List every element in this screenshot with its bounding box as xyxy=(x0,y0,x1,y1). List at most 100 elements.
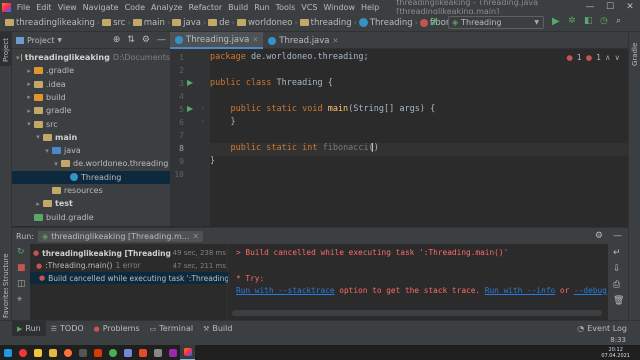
breadcrumb-item[interactable]: de xyxy=(206,18,232,28)
locate-icon[interactable]: ⊕ xyxy=(113,35,121,45)
menu-item-navigate[interactable]: Navigate xyxy=(80,3,122,12)
chevron-right-icon[interactable]: ▸ xyxy=(25,107,33,115)
menu-item-refactor[interactable]: Refactor xyxy=(186,3,226,12)
build-tree-item[interactable]: ● Build cancelled while executing task ':… xyxy=(30,272,228,284)
close-icon[interactable]: ✕ xyxy=(333,37,339,45)
coverage-icon[interactable]: ◧ xyxy=(584,16,593,26)
debug-link[interactable]: --debug xyxy=(574,286,607,295)
print-icon[interactable]: ⎙ xyxy=(613,280,620,290)
chevron-down-icon[interactable]: ▾ xyxy=(34,133,42,141)
event-log-button[interactable]: ◔ Event Log xyxy=(572,321,632,337)
stacktrace-link[interactable]: Run with --stacktrace xyxy=(236,286,335,295)
wrap-icon[interactable]: ↵ xyxy=(613,248,621,258)
tree-item[interactable]: ▸ .idea xyxy=(12,78,170,91)
tree-item[interactable]: ▸ test xyxy=(12,197,170,210)
menu-item-help[interactable]: Help xyxy=(358,3,382,12)
hide-panel-icon[interactable]: — xyxy=(613,231,622,241)
breadcrumb-item[interactable]: threading xyxy=(298,18,354,28)
menu-item-run[interactable]: Run xyxy=(251,3,272,12)
fold-icon[interactable]: ◦ xyxy=(201,118,205,126)
tree-item[interactable]: ▸ build xyxy=(12,91,170,104)
app-icon[interactable] xyxy=(150,345,165,360)
scroll-end-icon[interactable]: ⇩ xyxy=(613,264,621,274)
windows-start-icon[interactable] xyxy=(0,345,15,360)
menu-item-edit[interactable]: Edit xyxy=(33,3,55,12)
tree-item[interactable]: Threading xyxy=(12,170,170,184)
gradle-tool-button[interactable]: Gradle xyxy=(629,32,640,70)
breadcrumb-item[interactable]: threadinglikeaking xyxy=(3,18,97,28)
toggle-view-icon[interactable]: ◫ xyxy=(17,279,26,289)
stop-icon[interactable]: ■ xyxy=(17,263,26,273)
structure-tool-button[interactable]: Structure xyxy=(0,242,12,288)
tree-item[interactable]: ▾ de.worldoneo.threading xyxy=(12,157,170,170)
chevron-up-icon[interactable]: ∧ xyxy=(605,53,611,62)
app-icon[interactable] xyxy=(165,345,180,360)
run-gutter-icon[interactable]: ▶ xyxy=(187,78,193,87)
chevron-right-icon[interactable]: ▸ xyxy=(25,93,33,101)
caret-position[interactable]: 8:33 xyxy=(610,336,626,345)
code-editor[interactable]: ● 1 ● 1 ∧ ∨ package de.worldoneo.threadi… xyxy=(210,49,628,226)
breadcrumb-item[interactable]: main xyxy=(131,18,167,28)
tool-tab-terminal[interactable]: ▭ Terminal xyxy=(145,321,198,337)
rerun-icon[interactable]: ↻ xyxy=(17,247,25,257)
menu-item-vcs[interactable]: VCS xyxy=(298,3,320,12)
debug-icon[interactable]: ✲ xyxy=(568,16,576,26)
taskbar-clock[interactable]: 20:12 07.04.2021 xyxy=(601,347,630,359)
breadcrumb-item[interactable]: worldoneo xyxy=(235,18,294,28)
tree-item[interactable]: ▸ .gradle xyxy=(12,64,170,77)
console-output[interactable]: > Build cancelled while executing task '… xyxy=(228,244,608,320)
tool-tab-build[interactable]: ⚒ Build xyxy=(198,321,237,337)
build-tree-item[interactable]: ● threadinglikeaking [Threading.main() 49 … xyxy=(30,247,228,259)
run-configuration-select[interactable]: ◈ Threading ▼ xyxy=(448,16,544,29)
tab-threading-java[interactable]: Threading.java ✕ xyxy=(170,32,264,49)
terminal-icon[interactable] xyxy=(75,345,90,360)
close-icon[interactable]: ✕ xyxy=(620,0,640,14)
hide-panel-icon[interactable]: — xyxy=(157,35,166,45)
menu-item-tools[interactable]: Tools xyxy=(273,3,299,12)
explorer-icon[interactable] xyxy=(30,345,45,360)
chevron-down-icon[interactable]: ▾ xyxy=(25,120,33,128)
collapse-all-icon[interactable]: ⇅ xyxy=(127,35,135,45)
file-manager-icon[interactable] xyxy=(45,345,60,360)
menu-item-window[interactable]: Window xyxy=(320,3,358,12)
tab-thread-java[interactable]: Thread.java ✕ xyxy=(263,32,343,49)
tree-item[interactable]: ▾ threadinglikeaking D:\Documents xyxy=(12,51,170,64)
run-tab[interactable]: ◈ threadinglikeaking [Threading.m... ✕ xyxy=(38,230,204,242)
vivaldi-icon[interactable] xyxy=(15,345,30,360)
build-hammer-icon[interactable]: ⬈ xyxy=(430,17,438,28)
chevron-down-icon[interactable]: ▾ xyxy=(52,160,60,168)
build-tree-item[interactable]: ●:Threading.main() 1 error 47 sec, 211 ms xyxy=(30,260,228,272)
tree-item[interactable]: resources xyxy=(12,184,170,197)
favorites-tool-button[interactable]: Favorites xyxy=(0,288,12,320)
breadcrumb-item[interactable]: java xyxy=(170,18,203,28)
chrome-icon[interactable] xyxy=(105,345,120,360)
run-icon[interactable]: ▶ xyxy=(552,16,560,27)
close-icon[interactable]: ✕ xyxy=(192,232,199,241)
tree-item[interactable]: build.gradle xyxy=(12,211,170,224)
search-icon[interactable]: ⌕ xyxy=(616,16,621,26)
menu-item-analyze[interactable]: Analyze xyxy=(148,3,186,12)
chevron-right-icon[interactable]: ▸ xyxy=(25,80,33,88)
discord-icon[interactable] xyxy=(120,345,135,360)
tool-tab-problems[interactable]: ● Problems xyxy=(89,321,145,337)
maximize-icon[interactable]: ☐ xyxy=(600,0,620,14)
firefox-icon[interactable] xyxy=(60,345,75,360)
project-tool-button[interactable]: Project xyxy=(0,32,12,66)
chevron-right-icon[interactable]: ▸ xyxy=(34,200,42,208)
office-icon[interactable] xyxy=(90,345,105,360)
tree-item[interactable]: ▾ main xyxy=(12,131,170,144)
project-panel-title[interactable]: Project xyxy=(27,36,54,45)
chevron-down-icon[interactable]: ∨ xyxy=(615,53,621,62)
chevron-down-icon[interactable]: ▾ xyxy=(16,54,20,62)
minimize-icon[interactable]: — xyxy=(580,0,600,14)
chevron-down-icon[interactable]: ▼ xyxy=(57,37,62,44)
breadcrumb-item[interactable]: Threading xyxy=(357,18,415,28)
pin-icon[interactable]: ⌖ xyxy=(17,295,22,305)
tool-tab-todo[interactable]: ☰ TODO xyxy=(46,321,89,337)
app-icon[interactable] xyxy=(135,345,150,360)
tree-item[interactable]: ▾ src xyxy=(12,118,170,131)
inspection-widget[interactable]: ● 1 ● 1 ∧ ∨ xyxy=(566,53,620,62)
close-icon[interactable]: ✕ xyxy=(252,36,258,44)
tree-item[interactable]: ▸ gradle xyxy=(12,104,170,117)
horizontal-scrollbar[interactable] xyxy=(232,310,602,316)
